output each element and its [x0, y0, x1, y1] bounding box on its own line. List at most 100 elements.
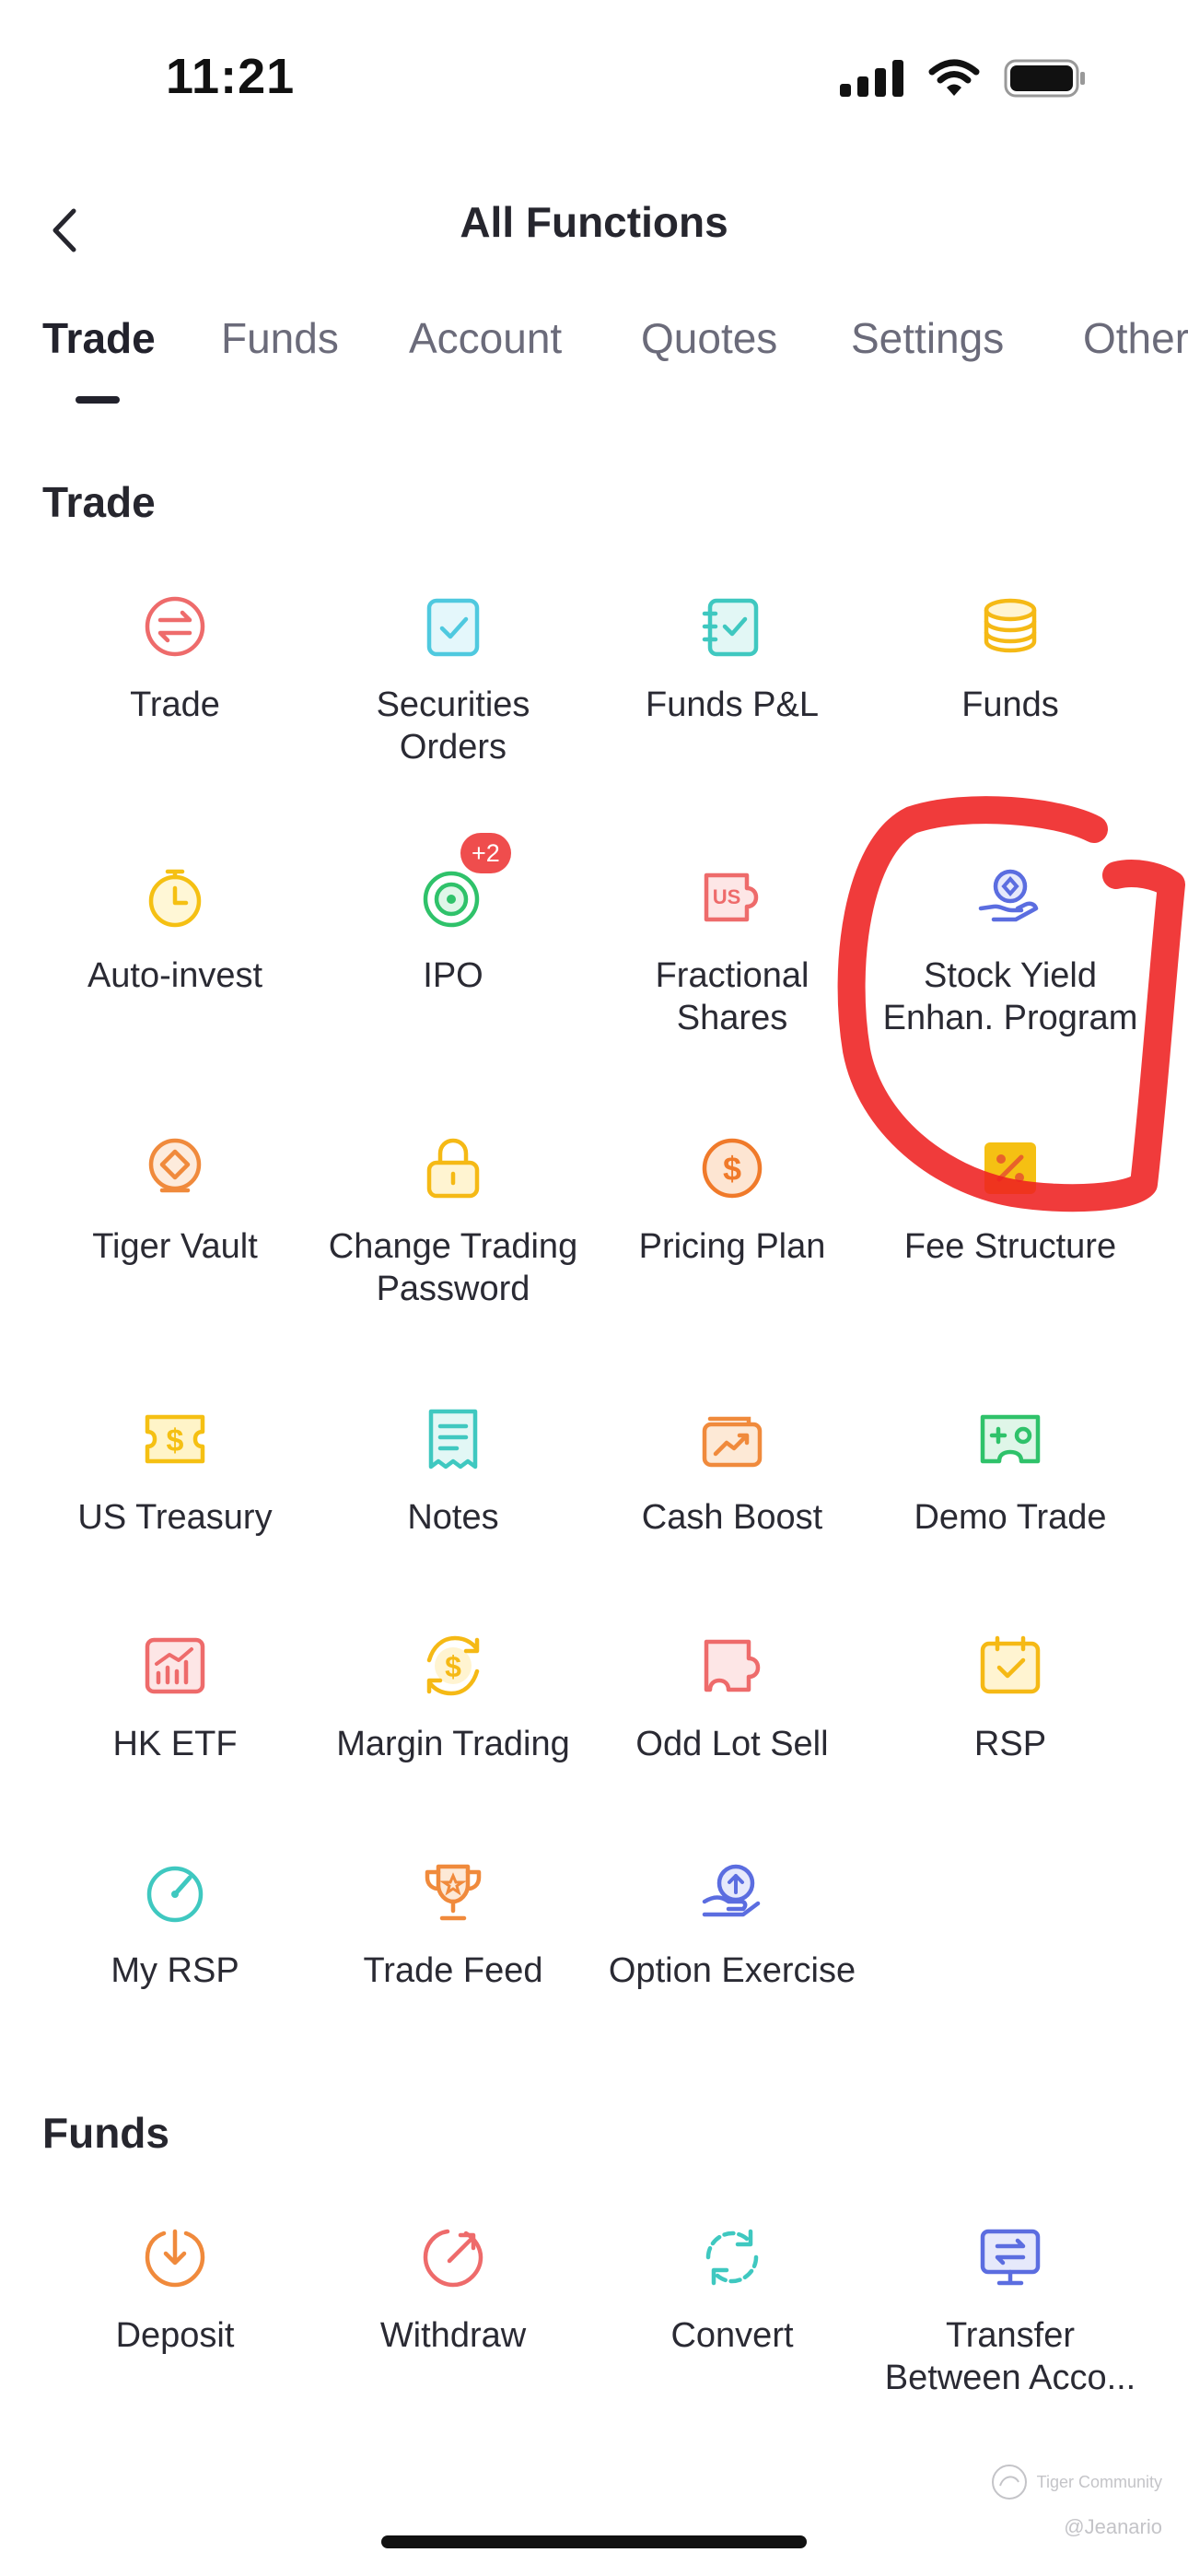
function-item-option-exercise[interactable]: Option Exercise	[593, 1856, 871, 1992]
svg-text:US: US	[713, 885, 741, 908]
function-item-funds[interactable]: Funds	[871, 590, 1149, 726]
vault-icon	[138, 1131, 212, 1205]
tab-funds[interactable]: Funds	[221, 313, 339, 363]
convert-icon	[695, 2220, 769, 2294]
function-item-convert[interactable]: Convert	[593, 2220, 871, 2357]
status-time: 11:21	[166, 49, 296, 104]
function-label: Funds	[961, 685, 1059, 724]
function-label: Auto-invest	[87, 956, 263, 995]
tab-settings[interactable]: Settings	[851, 313, 1004, 363]
function-label: Fee Structure	[903, 1227, 1117, 1266]
function-item-fractional-shares[interactable]: US Fractional Shares	[593, 861, 871, 1039]
puzzle-icon	[695, 1629, 769, 1703]
svg-text:$: $	[723, 1150, 741, 1188]
us-puzzle-icon: US	[695, 861, 769, 934]
function-label: Deposit	[115, 2316, 235, 2355]
game-card-icon	[973, 1402, 1047, 1476]
watermark-user: @Jeanario	[1064, 2515, 1162, 2538]
active-tab-indicator	[76, 396, 120, 404]
function-label: IPO	[423, 956, 483, 995]
stopwatch-icon	[138, 861, 212, 934]
battery-icon	[1004, 59, 1085, 98]
function-label: Trade	[130, 685, 220, 724]
function-item-deposit[interactable]: Deposit	[36, 2220, 314, 2357]
function-item-ipo[interactable]: +2 IPO	[314, 833, 592, 997]
svg-text:$: $	[445, 1650, 461, 1683]
function-item-rsp[interactable]: RSP	[871, 1629, 1149, 1765]
function-item-margin-trading[interactable]: $ Margin Trading	[314, 1629, 592, 1765]
function-item-trade-feed[interactable]: Trade Feed	[314, 1856, 592, 1992]
notebook-check-icon	[695, 590, 769, 663]
cellular-signal-icon	[840, 60, 903, 97]
function-label: Pricing Plan	[638, 1227, 826, 1266]
function-item-fee-structure[interactable]: Fee Structure	[871, 1131, 1149, 1268]
function-item-tiger-vault[interactable]: Tiger Vault	[36, 1131, 314, 1268]
function-item-securities-orders[interactable]: Securities Orders	[314, 590, 592, 768]
receipt-icon	[416, 1402, 490, 1476]
function-label: Stock Yield Enhan. Program	[882, 956, 1138, 1037]
svg-text:$: $	[167, 1423, 184, 1458]
deposit-icon	[138, 2220, 212, 2294]
function-label: RSP	[973, 1725, 1047, 1763]
checklist-icon	[416, 590, 490, 663]
watermark-brand: Tiger Community	[989, 2462, 1162, 2502]
function-label: Funds P&L	[646, 685, 819, 724]
wifi-icon	[928, 59, 980, 96]
function-label: Transfer Between Acco...	[884, 2316, 1136, 2397]
function-label: Odd Lot Sell	[635, 1725, 829, 1763]
function-label: Convert	[670, 2316, 794, 2355]
function-item-stock-yield-enhancement[interactable]: Stock Yield Enhan. Program	[871, 861, 1149, 1039]
tab-others[interactable]: Others	[1083, 313, 1188, 363]
status-icons	[840, 59, 1087, 98]
function-item-withdraw[interactable]: Withdraw	[314, 2220, 592, 2357]
function-item-demo-trade[interactable]: Demo Trade	[871, 1402, 1149, 1539]
function-label: My RSP	[111, 1951, 239, 1990]
function-item-us-treasury[interactable]: $ US Treasury	[36, 1402, 314, 1539]
function-item-auto-invest[interactable]: Auto-invest	[36, 861, 314, 997]
function-label: Change Trading Password	[328, 1227, 578, 1308]
nav-header: All Functions	[0, 166, 1188, 286]
function-label: HK ETF	[112, 1725, 238, 1763]
dollar-circle-icon: $	[695, 1131, 769, 1205]
category-tabs: Trade Funds Account Quotes Settings Othe…	[0, 304, 1188, 415]
function-item-trade[interactable]: Trade	[36, 590, 314, 726]
function-label: Securities Orders	[376, 685, 530, 767]
function-item-notes[interactable]: Notes	[314, 1402, 592, 1539]
calendar-check-icon	[973, 1629, 1047, 1703]
gauge-icon	[138, 1856, 212, 1929]
section-title-trade: Trade	[42, 478, 156, 526]
function-item-my-rsp[interactable]: My RSP	[36, 1856, 314, 1992]
function-label: US Treasury	[77, 1498, 273, 1537]
function-item-hk-etf[interactable]: HK ETF	[36, 1629, 314, 1765]
trade-swap-icon	[138, 590, 212, 663]
tab-quotes[interactable]: Quotes	[641, 313, 777, 363]
wallet-chart-icon	[695, 1402, 769, 1476]
function-item-funds-pl[interactable]: Funds P&L	[593, 590, 871, 726]
function-label: Demo Trade	[914, 1498, 1107, 1537]
status-bar: 11:21	[0, 0, 1188, 157]
tab-account[interactable]: Account	[409, 313, 562, 363]
function-item-cash-boost[interactable]: Cash Boost	[593, 1402, 871, 1539]
function-item-odd-lot-sell[interactable]: Odd Lot Sell	[593, 1629, 871, 1765]
coin-stack-icon	[973, 590, 1047, 663]
monitor-transfer-icon	[973, 2220, 1047, 2294]
tab-trade[interactable]: Trade	[42, 313, 156, 363]
function-label: Trade Feed	[363, 1951, 543, 1990]
function-label: Cash Boost	[641, 1498, 823, 1537]
tiger-logo-icon	[991, 2465, 1027, 2500]
bar-chart-icon	[138, 1629, 212, 1703]
function-item-transfer-between-accounts[interactable]: Transfer Between Acco...	[871, 2220, 1149, 2399]
function-label: Withdraw	[379, 2316, 527, 2355]
ipo-count-badge: +2	[460, 833, 511, 873]
cycle-dollar-icon: $	[416, 1629, 490, 1703]
function-item-pricing-plan[interactable]: $ Pricing Plan	[593, 1131, 871, 1268]
lock-icon	[416, 1131, 490, 1205]
page-title: All Functions	[460, 198, 728, 246]
function-item-change-trading-password[interactable]: Change Trading Password	[314, 1131, 592, 1310]
percent-icon	[973, 1131, 1047, 1205]
ticket-dollar-icon: $	[138, 1402, 212, 1476]
home-indicator	[381, 2535, 807, 2548]
function-label: Margin Trading	[336, 1725, 570, 1763]
hand-upload-icon	[695, 1856, 769, 1929]
function-label: Fractional Shares	[655, 956, 809, 1037]
